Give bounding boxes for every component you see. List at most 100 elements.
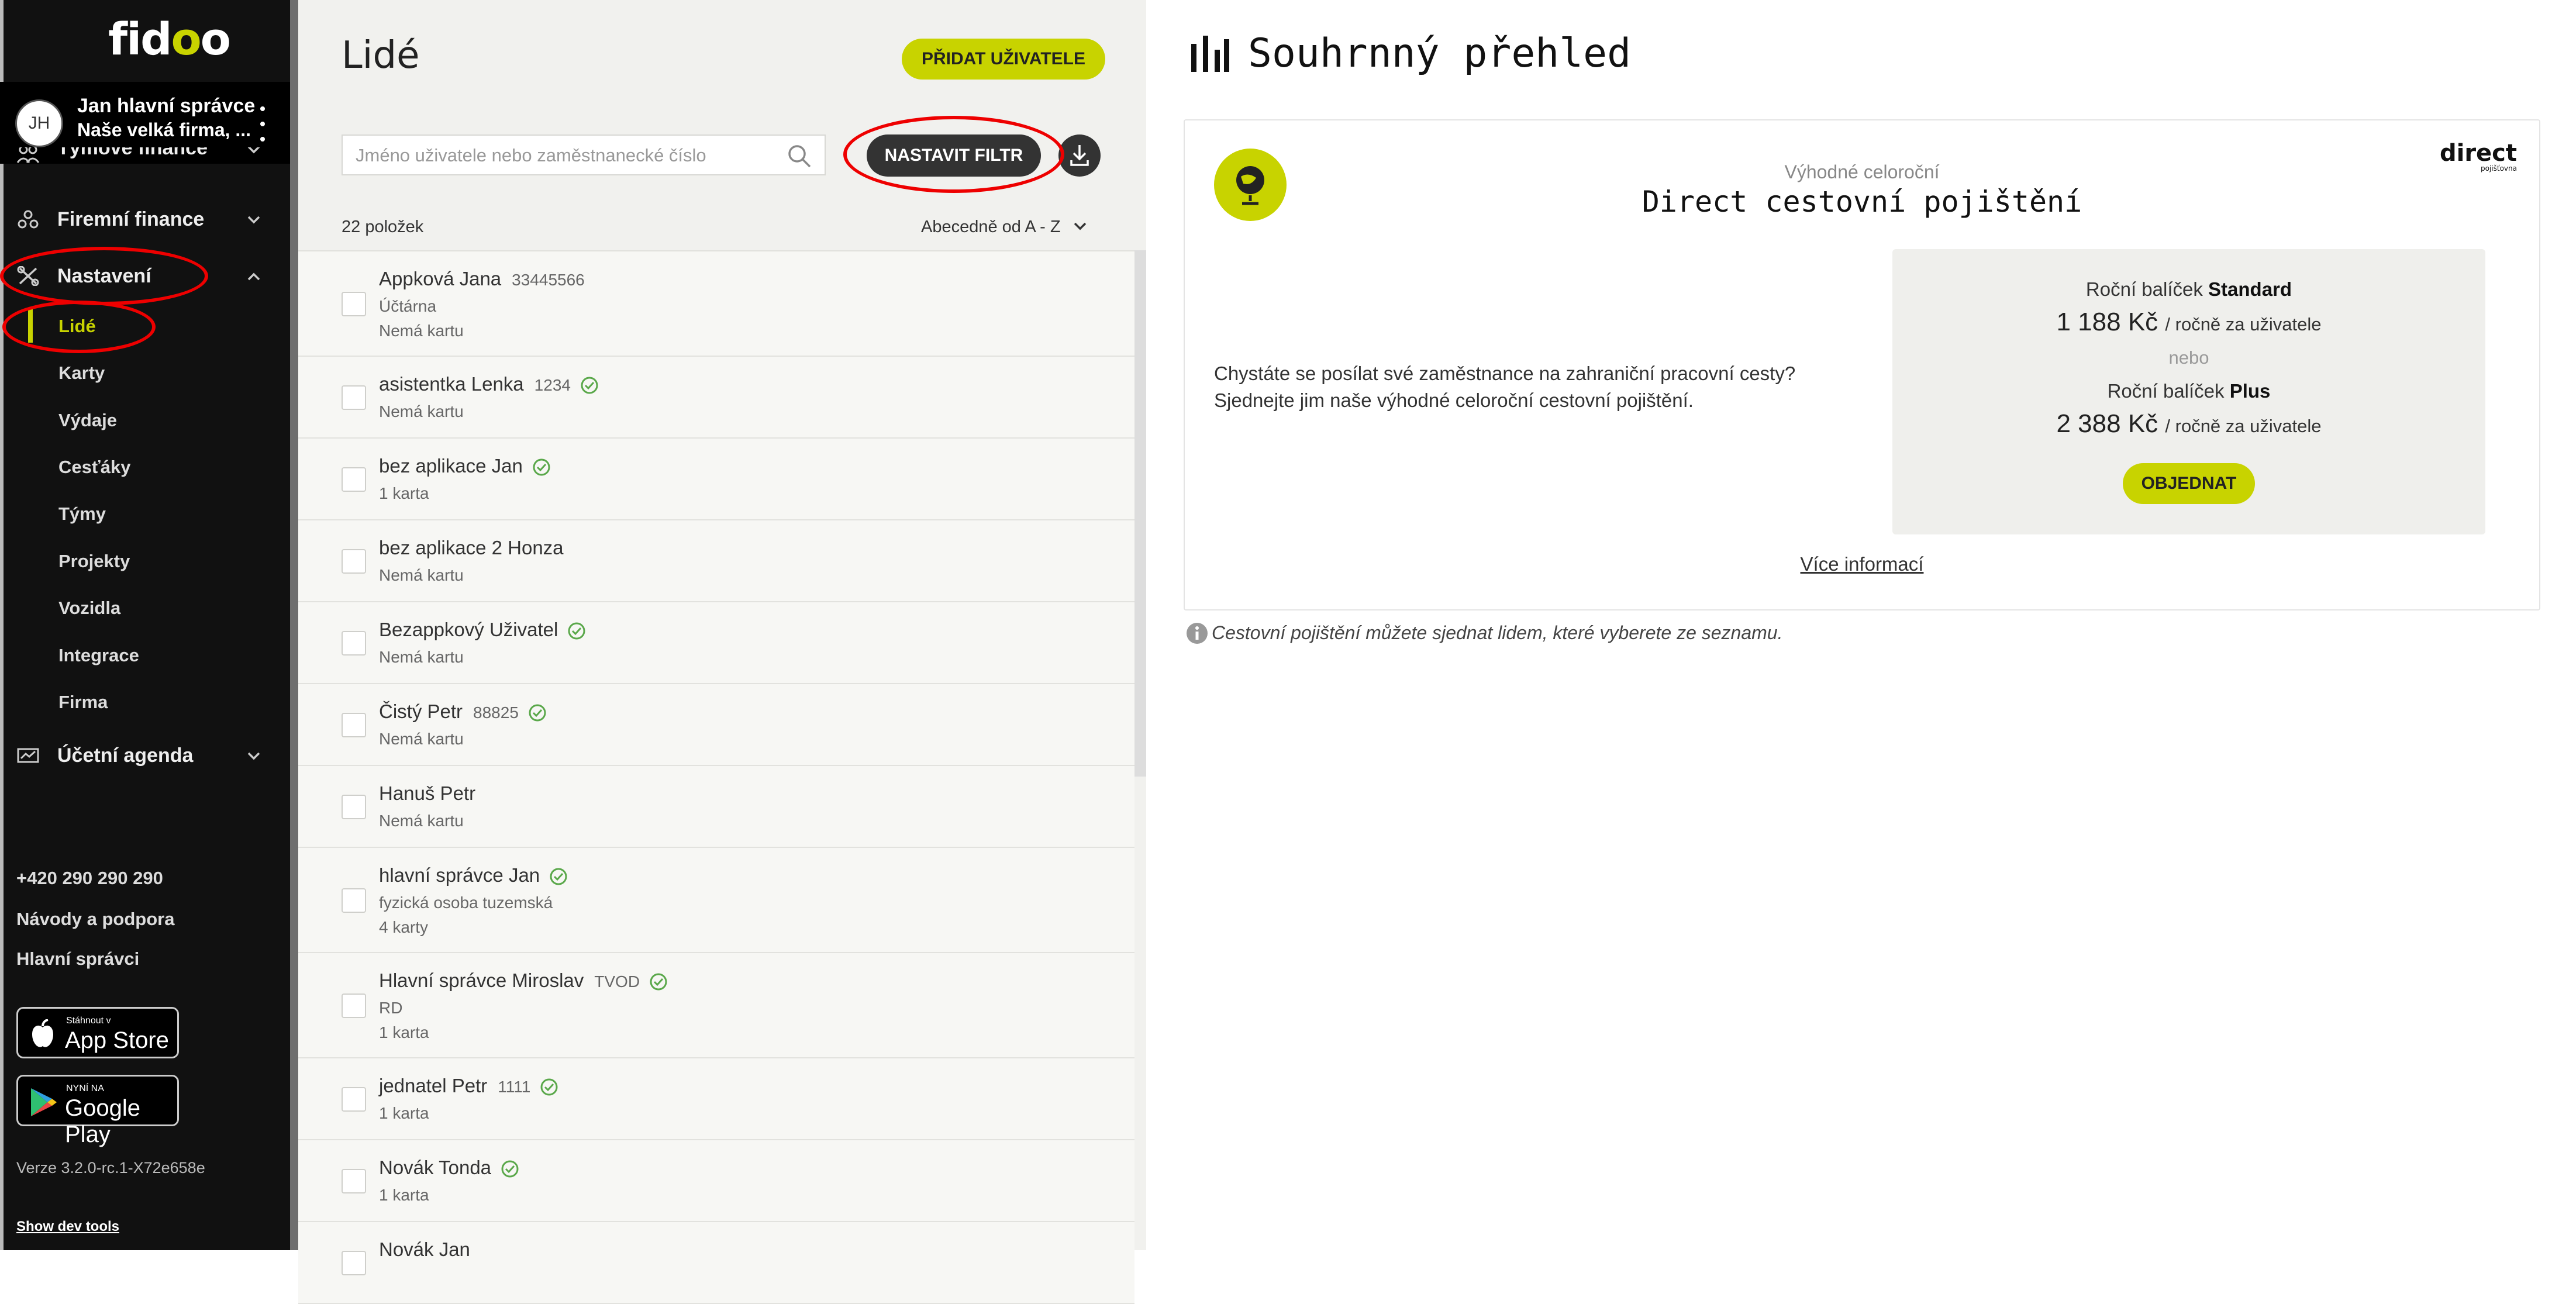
- nav-team-finance[interactable]: Týmové finance: [0, 147, 290, 168]
- google-play-badge[interactable]: NYNÍ NA Google Play: [16, 1075, 179, 1147]
- person-detail: RD: [379, 999, 403, 1017]
- or-label: nebo: [2168, 347, 2209, 368]
- order-button[interactable]: OBJEDNAT: [2123, 463, 2255, 504]
- chevron-down-icon: [247, 147, 260, 154]
- sidebar-item-teams[interactable]: Týmy: [0, 493, 290, 534]
- row-checkbox[interactable]: [342, 1251, 366, 1275]
- person-detail: Nemá kartu: [379, 402, 464, 420]
- list-item[interactable]: Čistý Petr 88825 Nemá kartu: [298, 684, 1134, 766]
- person-detail: Nemá kartu: [379, 648, 464, 666]
- sidebar-item-integrations[interactable]: Integrace: [0, 634, 290, 675]
- row-checkbox[interactable]: [342, 292, 366, 316]
- download-icon: [1070, 145, 1089, 166]
- person-name: Novák Tonda: [379, 1157, 519, 1179]
- info-icon: [1187, 623, 1208, 644]
- person-detail: 1 karta: [379, 484, 429, 502]
- help-link[interactable]: Návody a podpora: [16, 909, 174, 930]
- dev-tools-link[interactable]: Show dev tools: [16, 1219, 119, 1235]
- sidebar-item-people[interactable]: Lidé: [0, 305, 290, 346]
- employee-number: 1234: [534, 376, 571, 394]
- row-checkbox[interactable]: [342, 385, 366, 410]
- verified-check-icon: [581, 377, 598, 394]
- chevron-down-icon[interactable]: [1071, 218, 1089, 235]
- kebab-menu-icon[interactable]: [258, 106, 267, 142]
- sidebar: fidoo JH Jan hlavní správce Naše velká f…: [0, 0, 298, 1250]
- team-icon: [16, 147, 40, 163]
- verified-check-icon: [568, 622, 585, 640]
- standard-price: 1 188 Kč / ročně za uživatele: [2056, 308, 2322, 336]
- person-detail: Nemá kartu: [379, 730, 464, 748]
- sidebar-item-vehicles[interactable]: Vozidla: [0, 587, 290, 628]
- row-checkbox[interactable]: [342, 888, 366, 913]
- list-item[interactable]: Bezappkový Uživatel Nemá kartu: [298, 602, 1134, 684]
- person-detail: 1 karta: [379, 1104, 429, 1122]
- page-title: Lidé: [342, 34, 420, 77]
- nav-company-finance[interactable]: Firemní finance: [0, 199, 290, 240]
- person-detail: fyzická osoba tuzemská: [379, 894, 553, 912]
- person-name: bez aplikace Jan: [379, 455, 551, 477]
- row-checkbox[interactable]: [342, 1169, 366, 1193]
- add-user-button[interactable]: PŘIDAT UŽIVATELE: [902, 39, 1105, 80]
- plus-price: 2 388 Kč / ročně za uživatele: [2056, 409, 2322, 438]
- row-checkbox[interactable]: [342, 795, 366, 819]
- sidebar-item-cards[interactable]: Karty: [0, 352, 290, 393]
- tools-icon: [17, 266, 39, 286]
- list-item[interactable]: Novák Jan: [298, 1222, 1134, 1304]
- person-name: Hlavní správce Miroslav TVOD: [379, 970, 668, 992]
- direct-logo: direct pojišťovna: [2439, 140, 2517, 173]
- person-name: Bezappkový Uživatel: [379, 619, 586, 641]
- summary-title: Souhrnný přehled: [1248, 30, 1632, 77]
- active-indicator: [28, 309, 33, 343]
- verified-check-icon: [533, 458, 550, 476]
- person-name: Čistý Petr 88825: [379, 701, 547, 723]
- person-name: bez aplikace 2 Honza: [379, 537, 564, 558]
- list-item[interactable]: Hlavní správce Miroslav TVOD RD 1 karta: [298, 953, 1134, 1058]
- chevron-down-icon: [247, 752, 260, 760]
- google-play-icon: [31, 1088, 57, 1116]
- list-item[interactable]: hlavní správce Jan fyzická osoba tuzemská…: [298, 848, 1134, 953]
- row-checkbox[interactable]: [342, 467, 366, 492]
- user-company: Naše velká firma, ...: [77, 119, 251, 140]
- sidebar-scrollbar[interactable]: [290, 0, 298, 1250]
- app-store-badge[interactable]: Stáhnout v App Store: [16, 1007, 179, 1058]
- chevron-up-icon: [247, 272, 260, 281]
- card-description: Chystáte se posílat své zaměstnance na z…: [1214, 363, 1796, 412]
- list-item[interactable]: Hanuš Petr Nemá kartu: [298, 766, 1134, 848]
- list-item[interactable]: bez aplikace 2 Honza Nemá kartu: [298, 520, 1134, 602]
- nav-accounting[interactable]: Účetní agenda: [0, 735, 290, 776]
- sidebar-item-projects[interactable]: Projekty: [0, 540, 290, 581]
- list-scrollbar[interactable]: [1134, 250, 1146, 777]
- list-item[interactable]: Novák Tonda 1 karta: [298, 1140, 1134, 1222]
- employee-number: 33445566: [512, 271, 585, 289]
- person-name: asistentka Lenka 1234: [379, 373, 599, 395]
- row-checkbox[interactable]: [342, 713, 366, 737]
- row-checkbox[interactable]: [342, 1087, 366, 1112]
- sort-select[interactable]: Abecedně od A - Z: [921, 218, 1061, 237]
- sidebar-item-company[interactable]: Firma: [0, 681, 290, 722]
- app-version: Verze 3.2.0-rc.1-X72e658e: [16, 1159, 205, 1177]
- nav-settings[interactable]: Nastavení: [0, 256, 290, 296]
- plus-label: Roční balíček Plus: [2107, 380, 2271, 402]
- sidebar-item-expenses[interactable]: Výdaje: [0, 399, 290, 440]
- support-phone[interactable]: +420 290 290 290: [16, 868, 163, 889]
- download-button[interactable]: [1058, 134, 1101, 177]
- list-item[interactable]: Appková Jana 33445566 Účtárna Nemá kartu: [298, 251, 1134, 357]
- person-name: Novák Jan: [379, 1239, 470, 1260]
- admins-link[interactable]: Hlavní správci: [16, 948, 139, 970]
- list-item[interactable]: jednatel Petr 1111 1 karta: [298, 1058, 1134, 1140]
- list-item[interactable]: bez aplikace Jan 1 karta: [298, 439, 1134, 520]
- sidebar-item-travel[interactable]: Cesťáky: [0, 446, 290, 487]
- search-icon[interactable]: [787, 144, 812, 168]
- set-filter-button[interactable]: NASTAVIT FILTR: [867, 134, 1041, 177]
- standard-label: Roční balíček Standard: [2085, 278, 2292, 300]
- row-checkbox[interactable]: [342, 993, 366, 1018]
- apple-icon: [32, 1019, 53, 1047]
- row-checkbox[interactable]: [342, 549, 366, 574]
- row-checkbox[interactable]: [342, 631, 366, 656]
- verified-check-icon: [540, 1078, 558, 1096]
- person-detail: Nemá kartu: [379, 812, 464, 830]
- more-info-link[interactable]: Více informací: [1185, 553, 2539, 575]
- fidoo-logo[interactable]: fidoo: [108, 13, 231, 65]
- search-input[interactable]: [354, 143, 764, 168]
- list-item[interactable]: asistentka Lenka 1234 Nemá kartu: [298, 357, 1134, 439]
